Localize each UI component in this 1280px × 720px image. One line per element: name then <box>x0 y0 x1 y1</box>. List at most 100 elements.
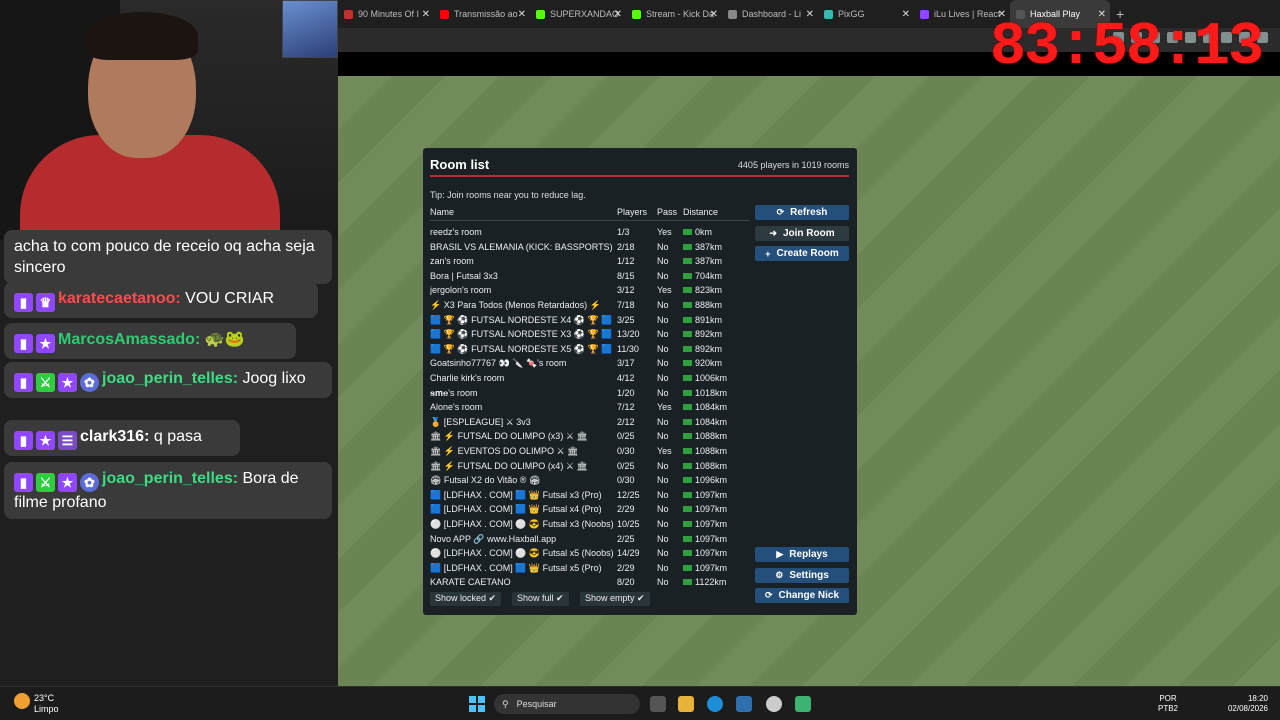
column-header-pass[interactable]: Pass <box>657 207 677 217</box>
edge-browser-icon[interactable] <box>707 696 723 712</box>
language-indicator[interactable]: POR PTB2 <box>1158 694 1178 714</box>
room-pass: No <box>657 343 669 354</box>
room-name: 🟦 [LDFHAX . COM] 🟦 👑 Futsal x4 (Pro) <box>430 504 602 515</box>
settings-button[interactable]: ⚙ Settings <box>755 568 849 583</box>
join-room-button[interactable]: ➜ Join Room <box>755 226 849 241</box>
chat-username[interactable]: karatecaetanoo <box>58 290 175 307</box>
chat-username[interactable]: joao_perin_telles <box>102 370 233 387</box>
room-pass: No <box>657 416 669 427</box>
room-distance-cell: 1018km <box>683 388 727 398</box>
room-row[interactable]: 🏛 ⚡ FUTSAL DO OLIMPO (x4) ⚔ 🏛 0/25 No 1088k… <box>426 459 754 473</box>
room-row[interactable]: 🏛 ⚡ FUTSAL DO OLIMPO (x3) ⚔ 🏛 0/25 No 1088k… <box>426 429 754 443</box>
country-flag-icon <box>683 287 692 294</box>
room-distance-cell: 1097km <box>683 504 727 514</box>
room-pass: Yes <box>657 402 672 413</box>
room-row[interactable]: reedz's room 1/3 Yes 0km <box>426 225 754 239</box>
room-distance-cell: 891km <box>683 315 722 325</box>
room-name: zan's room <box>430 256 474 267</box>
room-players: 2/29 <box>617 562 635 573</box>
room-players: 4/12 <box>617 373 635 383</box>
create-room-button[interactable]: + Create Room <box>755 246 849 261</box>
room-row[interactable]: Charlie kirk's room 4/12 No 1006km <box>426 371 754 385</box>
room-row[interactable]: ⚪ [LDFHAX . COM] ⚪ 😎 Futsal x3 (Noobs) 10… <box>426 517 754 531</box>
room-row[interactable]: ⚪ [LDFHAX . COM] ⚪ 😎 Futsal x5 (Noobs) 14… <box>426 546 754 560</box>
close-tab-icon[interactable]: ✕ <box>806 9 814 20</box>
chat-message: ▮ ⚔ ★ ✿ joao_perin_telles: Bora de filme pro… <box>4 462 332 519</box>
room-row[interactable]: Alone's room 7/12 Yes 1084km <box>426 400 754 414</box>
show-full-toggle[interactable]: Show full ✔ <box>512 592 569 606</box>
chat-overlay: acha to com pouco de receio oq acha seja… <box>0 230 338 686</box>
browser-tab[interactable]: Transmissão ao ✕ <box>434 0 530 28</box>
room-distance-cell: 892km <box>683 329 722 339</box>
room-row[interactable]: 🏛 ⚡ EVENTOS DO OLIMPO ⚔ 🏛 0/30 Yes 1088km <box>426 444 754 458</box>
room-name: Bora | Futsal 3x3 <box>430 270 498 281</box>
country-flag-icon <box>683 389 692 396</box>
chat-username[interactable]: MarcosAmassado <box>58 331 195 348</box>
column-header-name[interactable]: Name <box>430 207 454 217</box>
room-name: Alone's room <box>430 402 483 413</box>
room-row[interactable]: 🟦 [LDFHAX . COM] 🟦 👑 Futsal x4 (Pro) 2/29… <box>426 502 754 516</box>
system-clock[interactable]: 18:20 02/08/2026 <box>1222 694 1268 714</box>
twitch-badge-icon: ▮ <box>14 473 33 492</box>
close-tab-icon[interactable]: ✕ <box>710 9 718 20</box>
browser-tab[interactable]: 90 Minutes Of I ✕ <box>338 0 434 28</box>
room-row[interactable]: KARATE CAETANO 8/20 No 1122km <box>426 575 754 585</box>
browser-tab[interactable]: PixGG ✕ <box>818 0 914 28</box>
room-distance-cell: 1097km <box>683 548 727 558</box>
room-row[interactable]: 🟦 [LDFHAX . COM] 🟦 👑 Futsal x5 (Pro) 2/29… <box>426 561 754 575</box>
room-row[interactable]: 🟦 🏆 ⚽ FUTSAL NORDESTE X4 ⚽ 🏆 🟦 3/25 No 891k… <box>426 313 754 327</box>
column-header-players[interactable]: Players <box>617 207 647 217</box>
replays-button[interactable]: ▶ Replays <box>755 547 849 562</box>
room-players: 7/18 <box>617 300 635 310</box>
change-nick-button[interactable]: ⟳ Change Nick <box>755 588 849 603</box>
room-row[interactable]: BRASIL VS ALEMANIA (KICK: BASSPORTS) 2/18… <box>426 240 754 254</box>
app-icon[interactable] <box>795 696 811 712</box>
room-row[interactable]: 𝐬𝐦𝐞's room 1/20 No 1018km <box>426 386 754 400</box>
chat-username[interactable]: clark316 <box>80 428 144 445</box>
room-players: 2/29 <box>617 504 635 515</box>
windows-start-icon[interactable] <box>469 696 485 712</box>
close-tab-icon[interactable]: ✕ <box>518 9 526 20</box>
photos-app-icon[interactable] <box>736 696 752 712</box>
room-distance-cell: 1088km <box>683 431 727 441</box>
room-row[interactable]: 🏟 Futsal X2 do Vitão ® 🏟 0/30 No 1096km <box>426 473 754 487</box>
room-distance: 1084km <box>695 416 728 427</box>
room-pass: No <box>657 504 669 515</box>
room-distance-cell: 387km <box>683 242 722 252</box>
room-row[interactable]: zan's room 1/12 No 387km <box>426 254 754 268</box>
room-row[interactable]: 🟦 🏆 ⚽ FUTSAL NORDESTE X5 ⚽ 🏆 🟦 11/30 No 892… <box>426 342 754 356</box>
room-row[interactable]: ⚡ X3 Para Todos (Menos Retardados) ⚡ 7/18… <box>426 298 754 312</box>
browser-tab[interactable]: Dashboard - Li ✕ <box>722 0 818 28</box>
room-row[interactable]: jergolon's room 3/12 Yes 823km <box>426 283 754 297</box>
weather-widget[interactable]: 23°C Limpo <box>34 693 59 715</box>
refresh-button[interactable]: ⟳ Refresh <box>755 205 849 220</box>
show-locked-toggle[interactable]: Show locked ✔ <box>430 592 502 606</box>
close-tab-icon[interactable]: ✕ <box>614 9 622 20</box>
taskbar-search[interactable]: ⚲ Pesquisar <box>494 694 640 714</box>
room-row[interactable]: 🟦 [LDFHAX . COM] 🟦 👑 Futsal x3 (Pro) 12/2… <box>426 488 754 502</box>
close-tab-icon[interactable]: ✕ <box>902 9 910 20</box>
browser-tab[interactable]: SUPERXANDAO ✕ <box>530 0 626 28</box>
country-flag-icon <box>683 404 692 411</box>
room-row[interactable]: Goatsinho77767 👀 🔪 🍬's room 3/17 No 920km <box>426 356 754 370</box>
task-view-icon[interactable] <box>650 696 666 712</box>
country-flag-icon <box>683 418 692 425</box>
room-row[interactable]: Novo APP 🔗 www.Haxball.app 2/25 No 1097km <box>426 532 754 546</box>
country-flag-icon <box>683 229 692 235</box>
close-tab-icon[interactable]: ✕ <box>422 9 430 20</box>
weather-icon[interactable] <box>14 693 30 709</box>
room-distance: 920km <box>695 358 723 369</box>
column-header-distance[interactable]: Distance <box>683 207 718 217</box>
room-players: 10/25 <box>617 519 640 529</box>
room-row[interactable]: 🟦 🏆 ⚽ FUTSAL NORDESTE X3 ⚽ 🏆 🟦 13/20 No 892… <box>426 327 754 341</box>
file-explorer-icon[interactable] <box>678 696 694 712</box>
chat-username[interactable]: joao_perin_telles <box>102 470 233 487</box>
room-pass: No <box>657 241 669 252</box>
show-empty-toggle[interactable]: Show empty ✔ <box>580 592 650 606</box>
room-row[interactable]: 🏅 [ESPLEAGUE] ⚔ 3v3 2/12 No 1084km <box>426 415 754 429</box>
chrome-browser-icon[interactable] <box>766 696 782 712</box>
room-distance-cell: 1084km <box>683 417 727 427</box>
browser-tab[interactable]: Stream - Kick Da ✕ <box>626 0 722 28</box>
room-row[interactable]: Bora | Futsal 3x3 8/15 No 704km <box>426 269 754 283</box>
room-name: 🟦 🏆 ⚽ FUTSAL NORDESTE X3 ⚽ 🏆 🟦 <box>430 329 613 340</box>
